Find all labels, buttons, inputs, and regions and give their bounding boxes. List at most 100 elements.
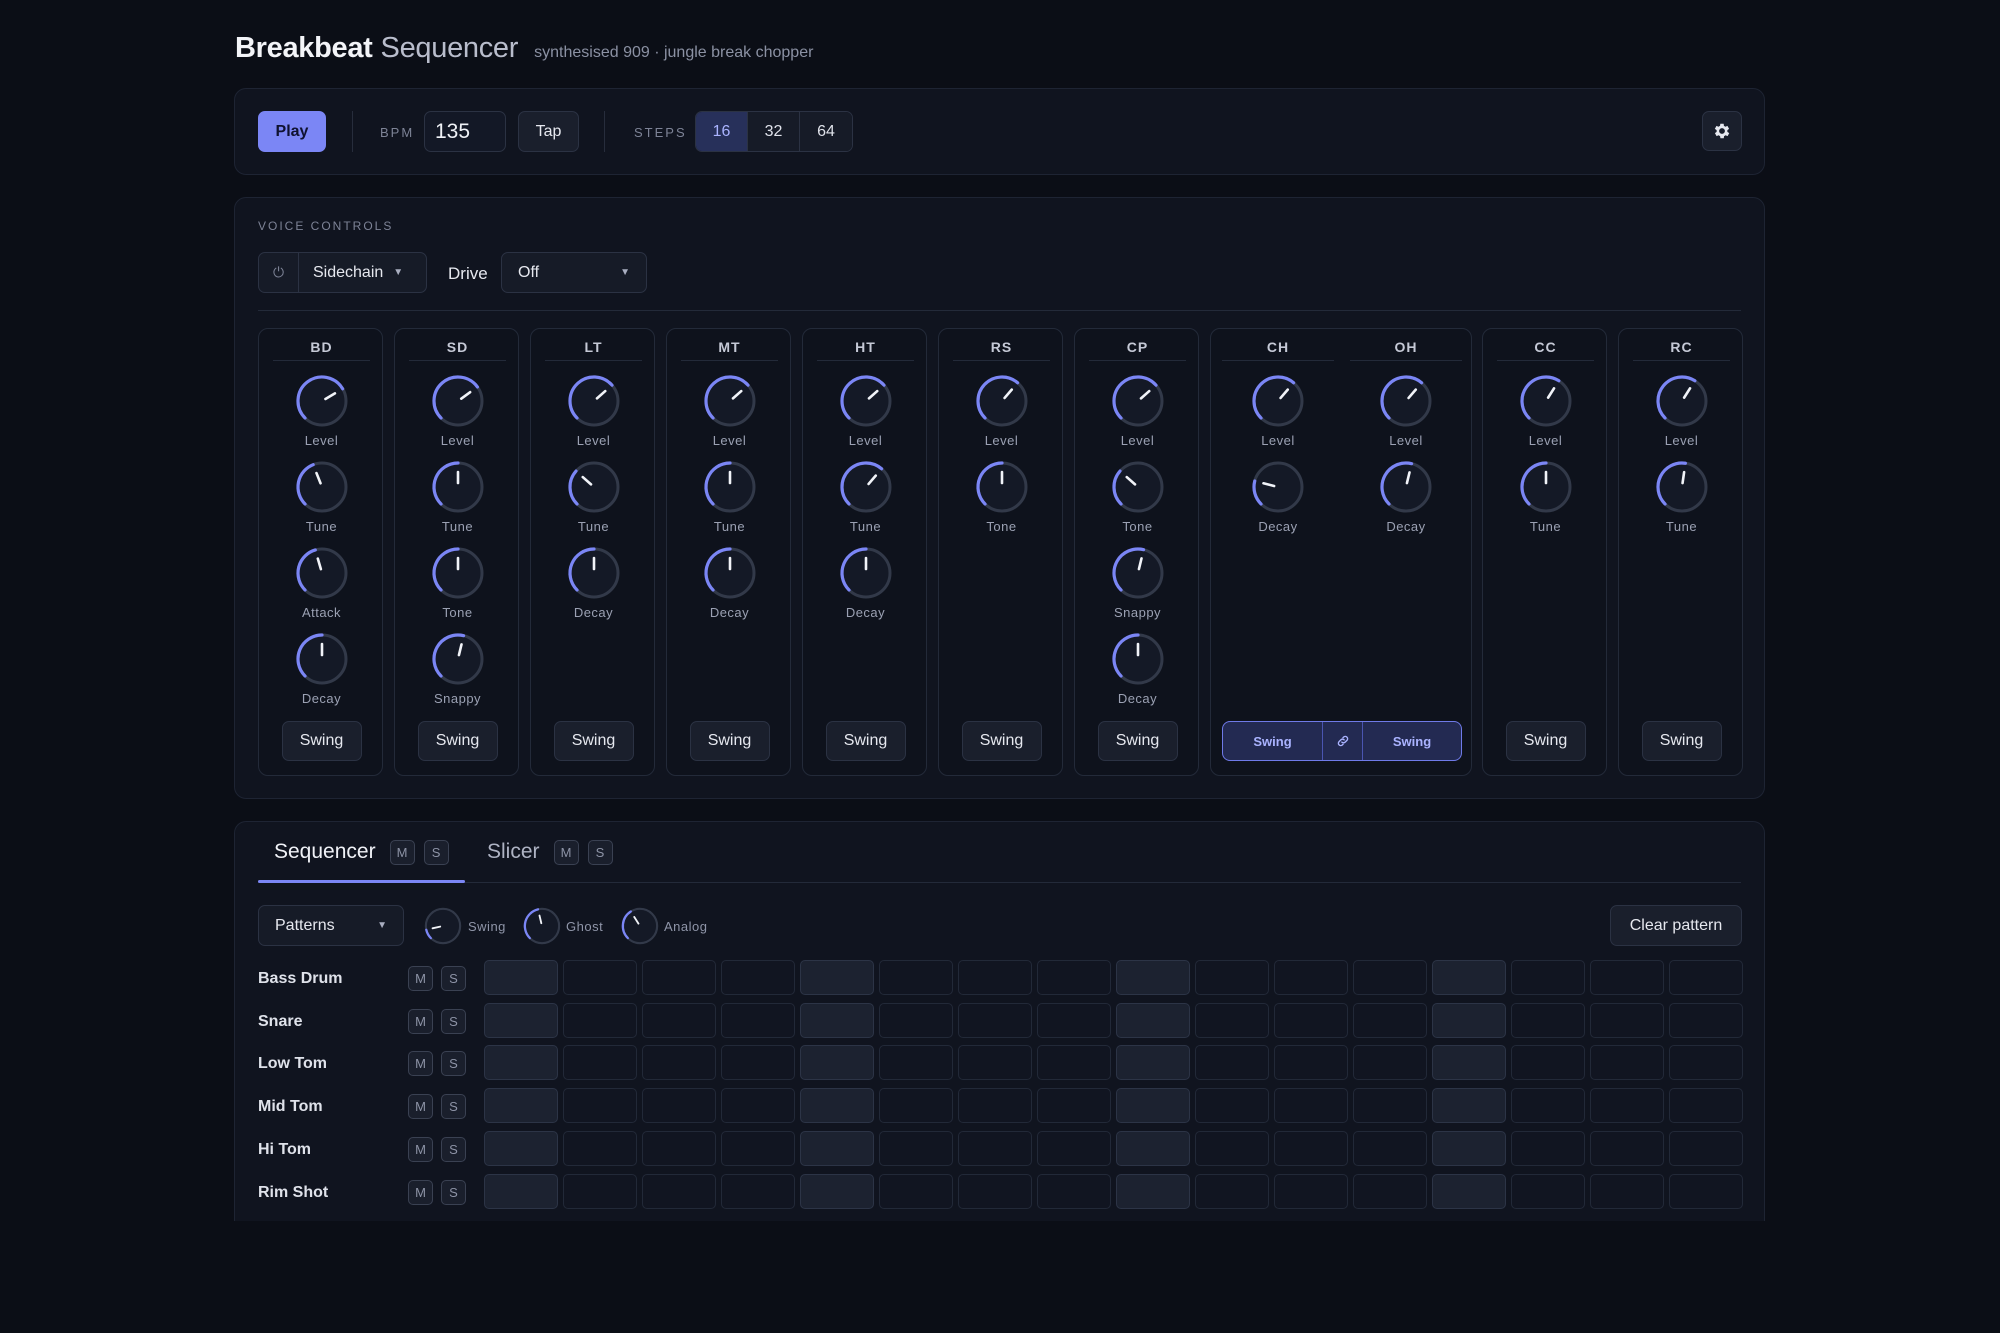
step-cell[interactable] [1195,1088,1269,1124]
knob-icon[interactable] [522,906,562,946]
step-cell[interactable] [1353,1045,1427,1081]
step-cell[interactable] [1195,960,1269,995]
step-cell[interactable] [484,960,558,995]
step-cell[interactable] [1274,1002,1348,1038]
voice-cc-knob-level[interactable] [1518,373,1574,429]
knob-icon[interactable] [430,373,486,429]
knob-icon[interactable] [1110,631,1166,687]
step-cell[interactable] [1116,1045,1190,1081]
slicer-solo-button[interactable]: S [587,839,613,865]
step-cell[interactable] [1669,1130,1743,1166]
knob-icon[interactable] [974,459,1030,515]
step-cell[interactable] [1274,1045,1348,1081]
voice-cp-knob-tone[interactable] [1110,459,1166,515]
step-cell[interactable] [563,1173,637,1209]
row-hi-tom-mute-button[interactable]: M [408,1136,433,1162]
row-rim-shot-solo-button[interactable]: S [441,1179,466,1205]
step-cell[interactable] [1590,1002,1664,1038]
swing-macro-knob[interactable] [423,906,463,946]
step-cell[interactable] [484,1130,558,1166]
drive-select[interactable]: Off ▼ [501,252,647,293]
row-rim-shot-mute-button[interactable]: M [408,1179,433,1205]
voice-bd-swing-button[interactable]: Swing [281,721,362,761]
voice-bd-knob-level[interactable] [294,373,350,429]
knob-icon[interactable] [430,631,486,687]
step-cell[interactable] [800,1045,874,1081]
step-cell[interactable] [800,960,874,995]
step-cell[interactable] [800,1088,874,1124]
knob-icon[interactable] [566,373,622,429]
step-cell[interactable] [1037,1173,1111,1209]
step-cell[interactable] [1669,1002,1743,1038]
knob-icon[interactable] [702,459,758,515]
step-cell[interactable] [1195,1002,1269,1038]
sidechain-select[interactable]: ⏻ Sidechain ▼ [258,252,427,293]
analog-macro-knob[interactable] [620,906,660,946]
knob-icon[interactable] [1378,459,1434,515]
step-cell[interactable] [1669,1045,1743,1081]
voice-cc-knob-tune[interactable] [1518,459,1574,515]
tap-tempo-button[interactable]: Tap [518,111,579,152]
step-cell[interactable] [484,1173,558,1209]
step-cell[interactable] [484,1088,558,1124]
slicer-mute-button[interactable]: M [553,839,579,865]
ghost-macro-knob[interactable] [522,906,562,946]
step-cell[interactable] [1432,1088,1506,1124]
voice-cp-knob-level[interactable] [1110,373,1166,429]
knob-icon[interactable] [1378,373,1434,429]
voice-sd-swing-button[interactable]: Swing [417,721,498,761]
step-cell[interactable] [1353,1002,1427,1038]
voice-bd-knob-tune[interactable] [294,459,350,515]
step-cell[interactable] [642,1130,716,1166]
step-cell[interactable] [879,1002,953,1038]
step-cell[interactable] [721,1088,795,1124]
voice-rs-swing-button[interactable]: Swing [961,721,1042,761]
step-cell[interactable] [958,1088,1032,1124]
voice-ch-knob-level[interactable] [1250,373,1306,429]
link-toggle[interactable] [1323,722,1363,760]
step-cell[interactable] [1590,1045,1664,1081]
step-cell[interactable] [1037,960,1111,995]
step-cell[interactable] [1353,1088,1427,1124]
step-cell[interactable] [1274,960,1348,995]
clear-pattern-button[interactable]: Clear pattern [1610,905,1742,946]
step-cell[interactable] [879,1045,953,1081]
knob-icon[interactable] [702,545,758,601]
step-cell[interactable] [642,1002,716,1038]
voice-lt-knob-level[interactable] [566,373,622,429]
step-cell[interactable] [958,960,1032,995]
step-cell[interactable] [721,1130,795,1166]
power-icon[interactable]: ⏻ [259,253,299,292]
step-cell[interactable] [484,1002,558,1038]
step-cell[interactable] [1590,1130,1664,1166]
voice-rs-knob-tone[interactable] [974,459,1030,515]
voice-ch-knob-decay[interactable] [1250,459,1306,515]
row-low-tom-mute-button[interactable]: M [408,1051,433,1077]
step-cell[interactable] [1116,1088,1190,1124]
knob-icon[interactable] [1654,373,1710,429]
step-cell[interactable] [1511,960,1585,995]
knob-icon[interactable] [838,545,894,601]
step-cell[interactable] [1590,1173,1664,1209]
step-cell[interactable] [1195,1173,1269,1209]
step-cell[interactable] [1432,1002,1506,1038]
step-cell[interactable] [563,960,637,995]
step-cell[interactable] [1116,1130,1190,1166]
step-cell[interactable] [1669,960,1743,995]
steps-option-32[interactable]: 32 [748,112,800,151]
step-cell[interactable] [1116,1173,1190,1209]
step-cell[interactable] [721,1173,795,1209]
voice-oh-knob-decay[interactable] [1378,459,1434,515]
voice-ht-knob-level[interactable] [838,373,894,429]
voice-ht-swing-button[interactable]: Swing [825,721,906,761]
step-cell[interactable] [1274,1130,1348,1166]
step-cell[interactable] [1116,1002,1190,1038]
knob-icon[interactable] [294,631,350,687]
step-cell[interactable] [879,960,953,995]
step-cell[interactable] [800,1130,874,1166]
knob-icon[interactable] [702,373,758,429]
knob-icon[interactable] [1110,373,1166,429]
voice-ht-knob-decay[interactable] [838,545,894,601]
step-cell[interactable] [721,960,795,995]
row-bass-drum-solo-button[interactable]: S [441,966,466,991]
